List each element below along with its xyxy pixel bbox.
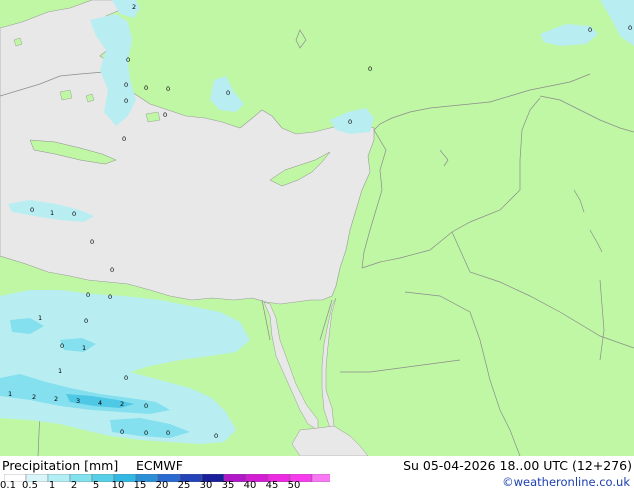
legend-footer: Precipitation [mm] ECMWF Su 05-04-2026 1… [0,456,634,491]
map-value-label: 0 [122,135,126,143]
map-value-label: 2 [54,395,58,403]
valid-time: Su 05-04-2026 18..00 UTC (12+276) [403,458,632,473]
map-value-label: 0 [126,56,130,64]
map-value-label: 0 [108,293,112,301]
map-value-label: 0 [120,428,124,436]
map-value-label: 0 [163,111,167,119]
map-value-label: 0 [348,118,352,126]
map-value-label: 1 [38,314,42,322]
map-value-label: 4 [98,399,102,407]
map-value-label: 0 [72,210,76,218]
map-value-label: 0 [60,342,64,350]
map-value-label: 1 [58,367,62,375]
copyright-link[interactable]: ©weatheronline.co.uk [502,475,630,489]
map-value-label: 0 [86,291,90,299]
map-value-label: 0 [84,317,88,325]
model-label: ECMWF [136,458,183,473]
map-value-label: 0 [124,374,128,382]
legend-title: Precipitation [mm] [2,458,119,473]
map-value-label: 1 [8,390,12,398]
map-value-label: 2 [132,3,136,11]
map-value-label: 0 [144,429,148,437]
aegean-island [59,89,73,101]
precipitation-map[interactable]: 2 0 0 0 0 0 0 0 0 0 0 0 0 0 1 0 0 0 0 0 … [0,0,634,456]
map-value-label: 2 [120,400,124,408]
map-value-label: 0 [30,206,34,214]
map-frame: 2 0 0 0 0 0 0 0 0 0 0 0 0 0 1 0 0 0 0 0 … [0,0,634,491]
map-value-label: 3 [76,397,80,405]
map-value-label: 0 [144,84,148,92]
map-value-label: 0 [588,26,592,34]
map-value-label: 2 [32,393,36,401]
map-value-label: 0 [124,81,128,89]
map-value-label: 0 [628,24,632,32]
map-value-label: 1 [82,344,86,352]
map-value-label: 0 [90,238,94,246]
map-value-label: 0 [110,266,114,274]
aegean-island [145,111,161,123]
map-value-label: 0 [166,85,170,93]
map-value-label: 1 [50,209,54,217]
map-value-label: 0 [214,432,218,440]
map-value-label: 0 [226,89,230,97]
map-value-label: 0 [368,65,372,73]
map-value-label: 0 [124,97,128,105]
map-value-label: 0 [166,429,170,437]
map-value-label: 0 [144,402,148,410]
